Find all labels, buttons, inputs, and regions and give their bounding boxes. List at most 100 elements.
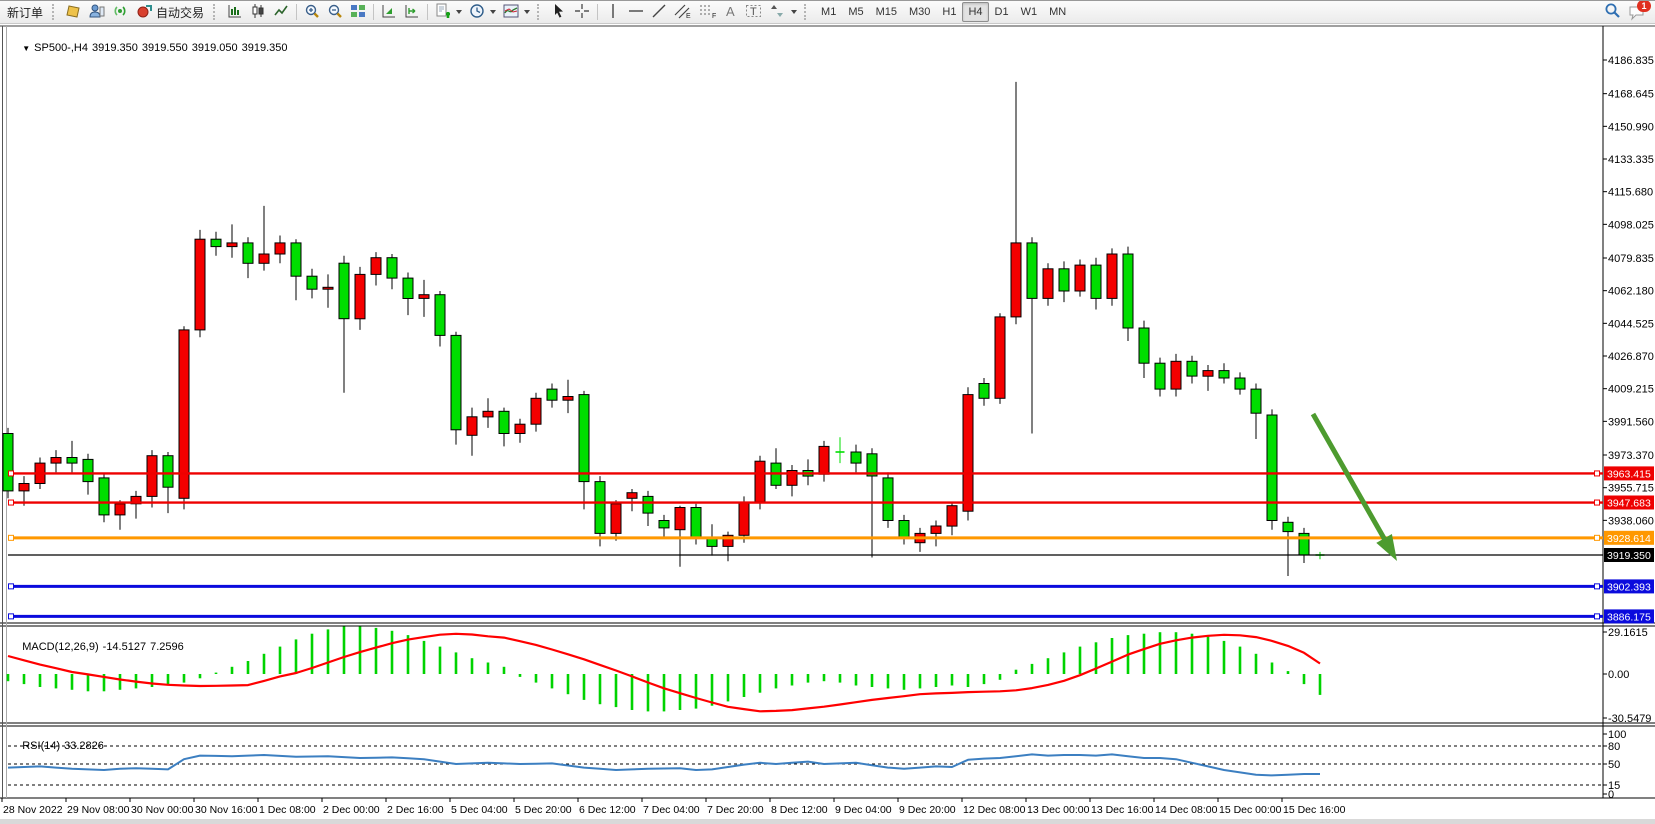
quote-bar: ▼SP500-,H43919.3503919.5503919.0503919.3…: [10, 30, 288, 66]
candle-bearish: [67, 458, 77, 464]
signals-button[interactable]: [109, 2, 131, 22]
time-axis-label: 29 Nov 08:00: [67, 804, 130, 816]
candle-bearish: [1139, 328, 1149, 363]
candle-bearish: [499, 411, 509, 433]
new-chart-icon: [381, 3, 397, 22]
bar-chart-mode-button[interactable]: [224, 2, 246, 22]
tf-button-m15[interactable]: M15: [870, 2, 903, 22]
tf-button-m5[interactable]: M5: [842, 2, 869, 22]
candle-bullish: [627, 493, 637, 499]
equidistant-channel-icon: E: [674, 3, 692, 22]
autotrade-button[interactable]: 自动交易: [132, 2, 209, 22]
chart-canvas[interactable]: 3963.4153947.6833928.6143902.3933886.175…: [0, 1, 1655, 824]
market-watch-button[interactable]: [63, 2, 85, 22]
zoom-in-button[interactable]: [301, 2, 323, 22]
bar-chart-icon: [227, 3, 243, 22]
text-tool-button[interactable]: A: [721, 2, 741, 22]
price-label-text: 3902.393: [1607, 581, 1651, 593]
line-handle[interactable]: [9, 500, 14, 505]
tile-windows-button[interactable]: [347, 2, 369, 22]
arrows-tool-button[interactable]: [767, 2, 800, 22]
fibonacci-tool-button[interactable]: F: [696, 2, 720, 22]
tf-button-d1[interactable]: D1: [989, 2, 1015, 22]
candle-bearish: [83, 459, 93, 481]
channel-tool-button[interactable]: E: [671, 2, 695, 22]
price-axis-label: 3973.370: [1608, 450, 1654, 462]
tf-button-m1[interactable]: M1: [815, 2, 842, 22]
quote-close: 3919.350: [242, 42, 288, 54]
svg-text:T: T: [750, 6, 757, 18]
new-order-button[interactable]: 新订单: [2, 2, 48, 22]
candle-bearish: [659, 521, 669, 528]
trendline-tool-button[interactable]: [648, 2, 670, 22]
chevron-down-icon: [490, 10, 496, 14]
line-handle[interactable]: [9, 471, 14, 476]
cursor-icon: [551, 3, 567, 22]
candle-bearish: [435, 295, 445, 336]
zoom-out-button[interactable]: [324, 2, 346, 22]
quote-high: 3919.550: [142, 42, 188, 54]
time-axis-label: 15 Dec 16:00: [1283, 804, 1346, 816]
time-axis-label: 13 Dec 00:00: [1027, 804, 1090, 816]
tf-button-m30[interactable]: M30: [903, 2, 936, 22]
candle-bearish: [1251, 389, 1261, 413]
candle-bullish: [355, 274, 365, 318]
line-handle[interactable]: [1595, 500, 1600, 505]
candle-bearish: [163, 456, 173, 488]
toolbar-separator: [597, 4, 598, 20]
candle-bearish: [451, 335, 461, 429]
vline-tool-button[interactable]: [602, 2, 624, 22]
crosshair-tool-button[interactable]: [571, 2, 593, 22]
macd-name: MACD(12,26,9): [22, 641, 98, 653]
candle-bearish: [691, 508, 701, 538]
notifications-button[interactable]: 1: [1625, 2, 1649, 22]
periods-button[interactable]: [466, 2, 499, 22]
accounts-button[interactable]: [86, 2, 108, 22]
candle-bearish: [979, 384, 989, 399]
search-icon: [1604, 2, 1621, 22]
hline-tool-button[interactable]: [625, 2, 647, 22]
candle-bearish: [403, 278, 413, 298]
candlestick-icon: [250, 3, 266, 22]
label-tool-icon: T: [745, 3, 763, 22]
tf-button-h4[interactable]: H4: [962, 2, 988, 22]
macd-axis-label: -30.5479: [1608, 713, 1651, 725]
macd-indicator-label: MACD(12,26,9)-14.51277.2596: [10, 629, 184, 665]
candle-bullish: [1043, 269, 1053, 299]
chart-shift-button[interactable]: [401, 2, 423, 22]
tf-button-w1[interactable]: W1: [1015, 2, 1044, 22]
add-indicator-button[interactable]: [432, 2, 465, 22]
candle-bullish: [1075, 265, 1085, 291]
candle-bullish: [371, 258, 381, 275]
candle-bearish: [339, 263, 349, 319]
collapse-objects-icon[interactable]: ▼: [22, 44, 30, 53]
new-chart-button[interactable]: [378, 2, 400, 22]
line-handle[interactable]: [9, 584, 14, 589]
price-axis-label: 4098.025: [1608, 219, 1654, 231]
line-handle[interactable]: [1595, 584, 1600, 589]
macd-axis-label: 29.1615: [1608, 627, 1648, 639]
line-handle[interactable]: [9, 614, 14, 619]
arrows-icon: [770, 3, 786, 22]
line-handle[interactable]: [1595, 614, 1600, 619]
line-chart-mode-button[interactable]: [270, 2, 292, 22]
price-label-text: 3886.175: [1607, 611, 1651, 623]
search-button[interactable]: [1601, 2, 1624, 22]
candle-bullish: [947, 506, 957, 526]
chat-icon: 1: [1628, 4, 1646, 21]
price-axis-label: 4133.335: [1608, 154, 1654, 166]
templates-button[interactable]: [500, 2, 533, 22]
tf-button-h1[interactable]: H1: [936, 2, 962, 22]
line-handle[interactable]: [1595, 471, 1600, 476]
line-handle[interactable]: [9, 535, 14, 540]
candle-bearish: [1267, 415, 1277, 521]
candlestick-mode-button[interactable]: [247, 2, 269, 22]
line-handle[interactable]: [1595, 535, 1600, 540]
time-axis-label: 13 Dec 16:00: [1091, 804, 1154, 816]
cursor-tool-button[interactable]: [548, 2, 570, 22]
label-tool-button[interactable]: T: [742, 2, 766, 22]
toolbar-grip: [213, 4, 220, 20]
candle-bullish: [195, 239, 205, 330]
zoom-out-icon: [327, 3, 343, 22]
tf-button-mn[interactable]: MN: [1043, 2, 1072, 22]
